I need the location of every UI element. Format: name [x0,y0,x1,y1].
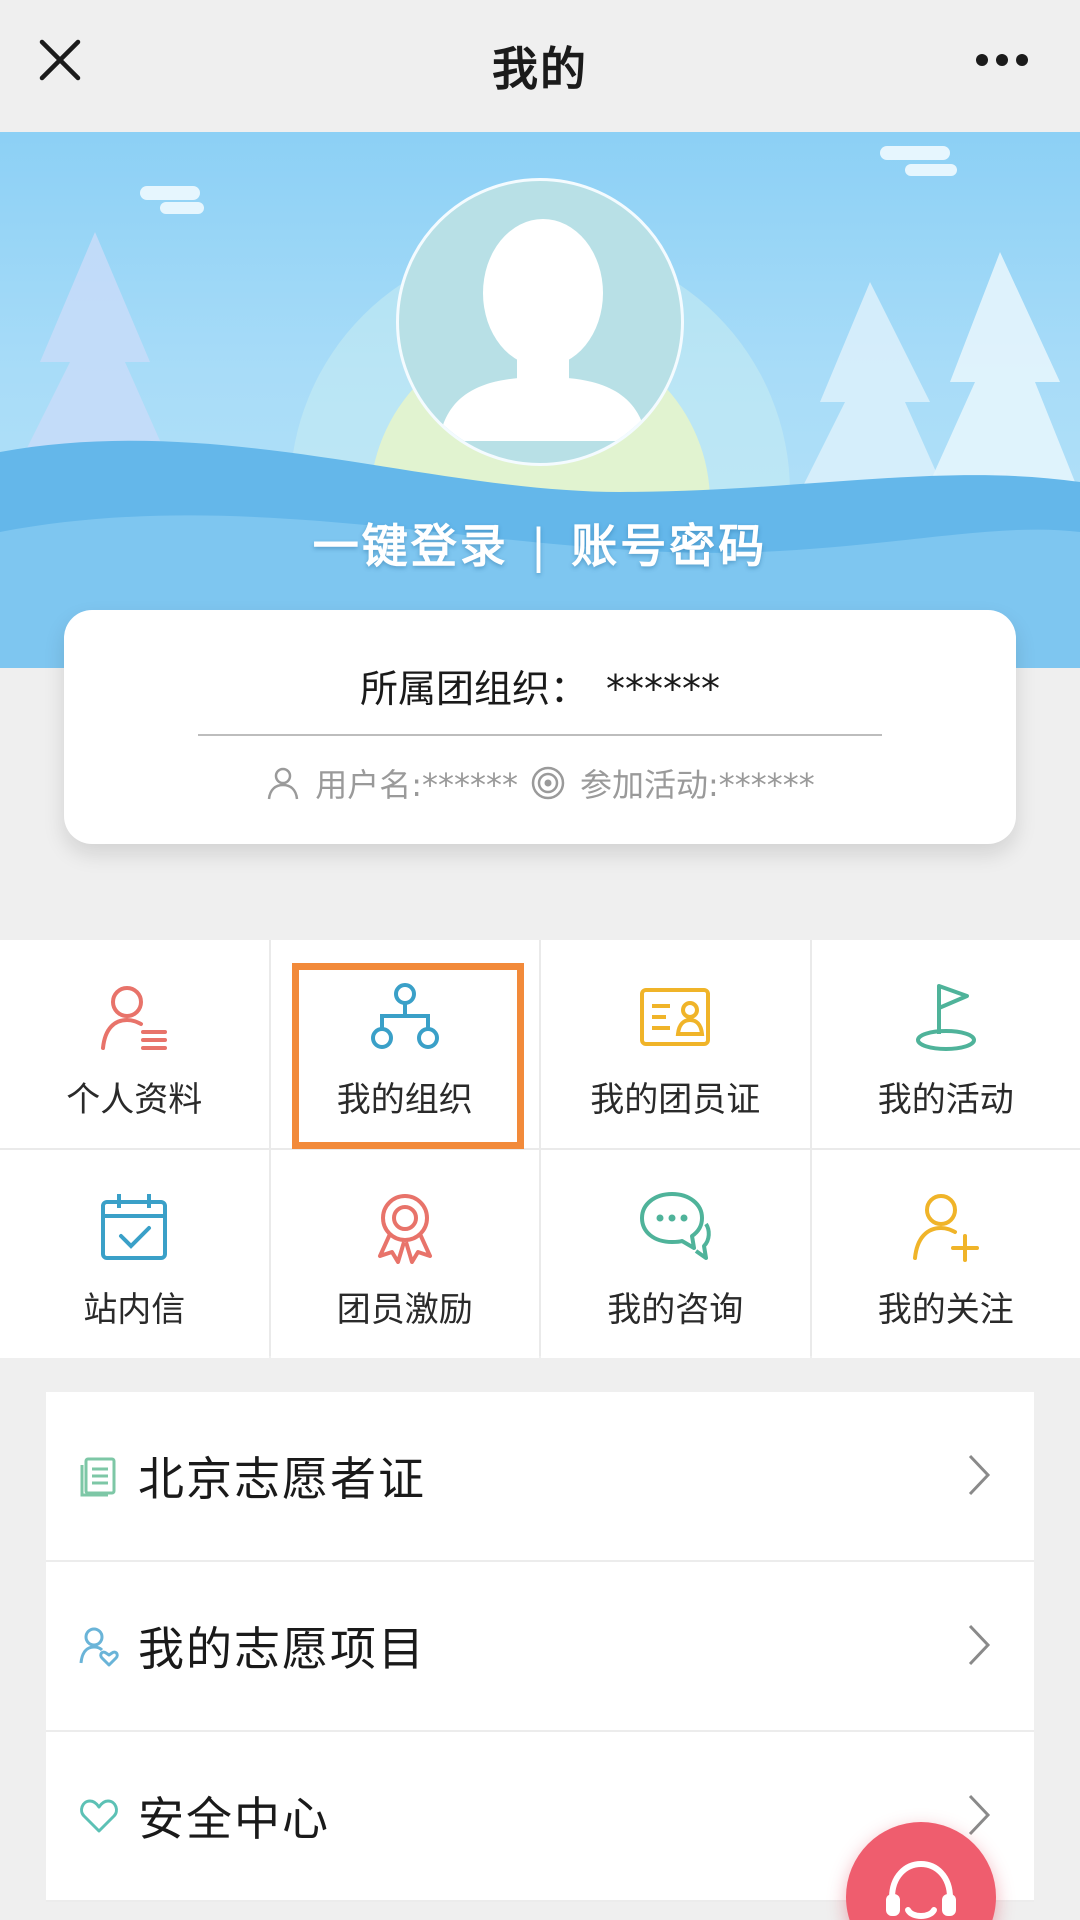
menu-list: 北京志愿者证 我的志愿项目 安全中心 [46,1392,1034,1902]
chevron-right-icon [968,1624,991,1666]
award-ribbon-icon [377,1194,432,1264]
grid-item-label: 我的组织 [336,1080,473,1120]
member-stats: 用户名:****** 参加活动:****** [64,760,1016,806]
member-info-card: 所属团组织： ****** 用户名:****** 参加活动:****** [64,610,1016,844]
grid-item-following[interactable]: 我的关注 [811,1150,1080,1358]
list-item-label: 我的志愿项目 [138,1622,426,1676]
page-title: 我的 [492,42,588,96]
top-navbar: 我的 [0,0,1080,132]
feature-grid: 个人资料 我的组织 我的团员证 我的活动 站内信 团员激励 我的咨询 我的关注 [0,940,1080,1358]
heart-icon [80,1799,118,1833]
organization-line: 所属团组织： ****** [64,658,1016,713]
one-click-login-link[interactable]: 一键登录 [313,519,509,573]
grid-item-consultation[interactable]: 我的咨询 [541,1150,810,1358]
grid-item-profile[interactable]: 个人资料 [0,940,269,1148]
activities-text: 参加活动:****** [580,766,815,804]
login-separator: | [530,519,550,573]
chat-bubbles-icon [640,1192,711,1260]
close-icon[interactable] [36,36,84,84]
flag-icon [915,984,976,1051]
grid-item-label: 我的活动 [877,1080,1014,1120]
list-item-label: 北京志愿者证 [138,1452,426,1506]
default-avatar-icon [439,219,647,441]
target-icon [531,766,565,800]
follow-user-icon [912,1194,979,1262]
grid-item-label: 我的关注 [877,1290,1014,1330]
grid-item-label: 我的团员证 [590,1080,761,1120]
grid-item-organization[interactable]: 我的组织 [270,940,539,1148]
profile-banner: 一键登录 | 账号密码 [0,132,1080,668]
avatar[interactable] [396,178,684,466]
list-item-label: 安全中心 [138,1792,330,1846]
member-card-icon [640,988,711,1046]
password-login-link[interactable]: 账号密码 [571,519,767,573]
my-page: 我的 一键登录 | 账号密码 所属团组织： ****** 用户名:****** … [0,0,1080,1920]
grid-item-label: 团员激励 [336,1290,473,1330]
organization-value: ****** [606,667,720,711]
calendar-message-icon [101,1194,168,1260]
volunteer-user-icon [79,1627,119,1667]
user-outline-icon [267,767,299,800]
grid-item-activities[interactable]: 我的活动 [811,940,1080,1148]
list-item-volunteer-projects[interactable]: 我的志愿项目 [46,1562,1034,1732]
login-links: 一键登录 | 账号密码 [0,510,1080,576]
more-options-icon[interactable] [974,50,1030,70]
activities-stat: 参加活动:****** [530,760,815,806]
grid-item-inbox[interactable]: 站内信 [0,1150,269,1358]
username-text: 用户名:****** [315,766,518,804]
chevron-right-icon [968,1794,991,1836]
headset-icon [886,1860,956,1919]
grid-item-member-card[interactable]: 我的团员证 [541,940,810,1148]
grid-item-label: 站内信 [83,1290,186,1330]
grid-item-incentive[interactable]: 团员激励 [270,1150,539,1358]
document-icon [80,1457,116,1497]
chevron-right-icon [968,1454,991,1496]
list-item-volunteer-certificate[interactable]: 北京志愿者证 [46,1392,1034,1562]
username-stat: 用户名:****** [265,760,518,806]
organization-icon [370,983,439,1049]
grid-item-label: 个人资料 [66,1080,203,1120]
card-divider [198,734,882,736]
organization-label: 所属团组织： [359,667,588,711]
profile-icon [101,986,168,1050]
grid-item-label: 我的咨询 [607,1290,744,1330]
